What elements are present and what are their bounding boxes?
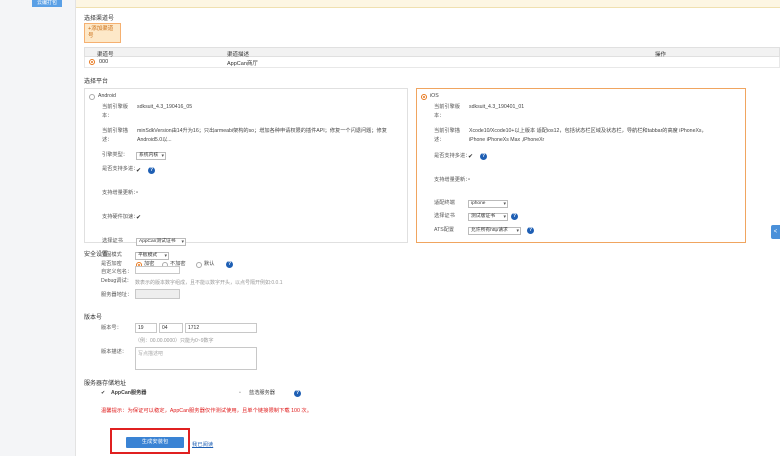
help-icon[interactable]: ? xyxy=(148,167,155,174)
appcan-server-check[interactable]: ✔ xyxy=(101,390,105,396)
help-icon[interactable]: ? xyxy=(294,390,301,397)
ios-multitask-check[interactable]: ✔ xyxy=(468,153,473,160)
version-example-hint: （例：00.00.0000）只能为0~9数字 xyxy=(135,338,214,344)
android-engine-type-label: 引擎类型： xyxy=(102,152,128,158)
version-desc-label: 版本描述： xyxy=(101,349,127,355)
version-build-input[interactable]: 1712 xyxy=(185,323,257,333)
cloud-build-tab[interactable]: 云编打包 xyxy=(32,0,62,7)
ios-radio[interactable] xyxy=(421,94,427,100)
ios-ats-select[interactable]: 允许所有http请求 xyxy=(468,227,521,235)
hardening-select[interactable]: 平板模式 xyxy=(135,252,169,260)
ios-engine-desc-1: Xcode10/Xcode10+以上版本 适配ios12，包括状态栏区域及状态栏… xyxy=(469,128,707,134)
encrypt-option-3: 默认 xyxy=(204,261,215,267)
ios-cert-label: 选择证书 xyxy=(434,213,455,219)
android-engine-desc-label: 当前引擎描述： xyxy=(102,128,128,143)
ios-cert-select[interactable]: 测试版证书 xyxy=(468,213,508,221)
storage-section-title: 服务器存储地址 xyxy=(84,381,127,387)
ios-device-label: 适配终端 xyxy=(434,200,455,206)
android-multitask-check[interactable]: ✔ xyxy=(136,167,141,174)
ios-panel[interactable]: iOS 当前引擎版本： sdksuit_4.3_190401_01 当前引擎描述… xyxy=(416,88,746,243)
android-incremental-label: 支持增量更新： xyxy=(102,190,139,196)
server-address-input[interactable] xyxy=(135,289,180,299)
android-engine-desc-1: minSdkVersion由14升为16；只出armeabi架构的so；增加各种… xyxy=(137,128,387,134)
help-icon[interactable]: ? xyxy=(226,261,233,268)
private-server-check[interactable]: ▫ xyxy=(239,390,241,396)
row-desc: AppCan商厅 xyxy=(227,61,258,67)
ios-engine-desc-2: iPhone iPhoneXs Max ,iPhoneXr xyxy=(469,137,545,143)
left-rail: 云编打包 xyxy=(0,0,76,456)
ios-engine-version-label: 当前引擎版本： xyxy=(434,104,460,119)
help-icon[interactable]: ? xyxy=(480,153,487,160)
version-major-input[interactable]: 19 xyxy=(135,323,157,333)
custom-package-label: 自定义包名： xyxy=(101,269,133,275)
version-desc-textarea[interactable]: 写点描述吧 xyxy=(135,347,257,370)
platform-section-title: 选择平台 xyxy=(84,79,109,85)
ios-device-select[interactable]: iphone xyxy=(468,200,508,208)
ios-incremental-check[interactable]: ▫ xyxy=(468,177,470,183)
custom-package-input[interactable] xyxy=(135,266,180,274)
encrypt-radio-3[interactable] xyxy=(196,262,202,268)
help-icon[interactable]: ? xyxy=(511,213,518,220)
ios-incremental-label: 支持增量更新： xyxy=(434,177,471,183)
table-row[interactable]: 000 AppCan商厅 xyxy=(84,57,780,68)
storage-warning: 温馨提示：为保证可以稳定，AppCan服务器仅作测试使用，且单个链接限制下载 1… xyxy=(101,408,313,414)
android-radio[interactable] xyxy=(89,94,95,100)
channel-radio[interactable] xyxy=(89,59,95,65)
help-icon[interactable]: ? xyxy=(527,227,534,234)
android-engine-type-select[interactable]: 系统内核 xyxy=(136,152,166,160)
history-link[interactable]: 我已阅读 xyxy=(192,440,213,448)
debug-hint: 数表示的版本数字组成，且不能以数字开头，以点号隔开例如:0.0.1 xyxy=(135,280,283,286)
private-server-label: 蓝浩服务器 xyxy=(249,390,275,396)
ios-engine-desc-label: 当前引擎描述： xyxy=(434,128,460,143)
version-minor-input[interactable]: 04 xyxy=(159,323,183,333)
android-multitask-label: 是否支持多进： xyxy=(102,166,139,172)
android-title: Android xyxy=(98,93,116,99)
ios-title: iOS xyxy=(430,93,439,99)
row-code: 000 xyxy=(99,59,109,65)
android-engine-version: sdksuit_4.3_190416_05 xyxy=(137,104,193,110)
top-banner xyxy=(76,0,780,8)
add-channel-button[interactable]: +添加渠道号 xyxy=(84,23,121,43)
table-header: 渠道号 渠道描述 操作 xyxy=(84,47,780,58)
side-float-tab[interactable]: < xyxy=(771,225,780,239)
android-incremental-check[interactable]: ▫ xyxy=(136,190,138,196)
ios-multitask-label: 是否支持多进： xyxy=(434,153,471,159)
channel-section-title: 选择渠道号 xyxy=(84,16,115,22)
channel-table: 渠道号 渠道描述 操作 000 AppCan商厅 xyxy=(84,47,780,68)
android-cert-label: 选择证书 xyxy=(102,238,123,244)
version-number-label: 版本号： xyxy=(101,325,122,331)
android-hw-accel-label: 支持硬件加速： xyxy=(102,214,139,220)
hardening-label: 加固模式 xyxy=(101,252,122,258)
version-section-title: 版本号 xyxy=(84,315,103,321)
ios-ats-label: ATS配置 xyxy=(434,227,455,233)
appcan-server-label: AppCan服务器 xyxy=(111,390,147,396)
ios-engine-version: sdksuit_4.3_190401_01 xyxy=(469,104,525,110)
server-address-label: 服务器地址： xyxy=(101,292,133,298)
android-hw-accel-check[interactable]: ✔ xyxy=(136,214,141,221)
android-panel[interactable]: Android 当前引擎版本： sdksuit_4.3_190416_05 当前… xyxy=(84,88,408,246)
android-cert-select[interactable]: AppCan测试证书 xyxy=(136,238,186,246)
debug-label: Debug调试： xyxy=(101,278,132,284)
android-engine-desc-2: Android5.0以... xyxy=(137,137,172,143)
generate-package-button[interactable]: 生成安装包 xyxy=(126,437,184,448)
android-engine-version-label: 当前引擎版本： xyxy=(102,104,128,119)
